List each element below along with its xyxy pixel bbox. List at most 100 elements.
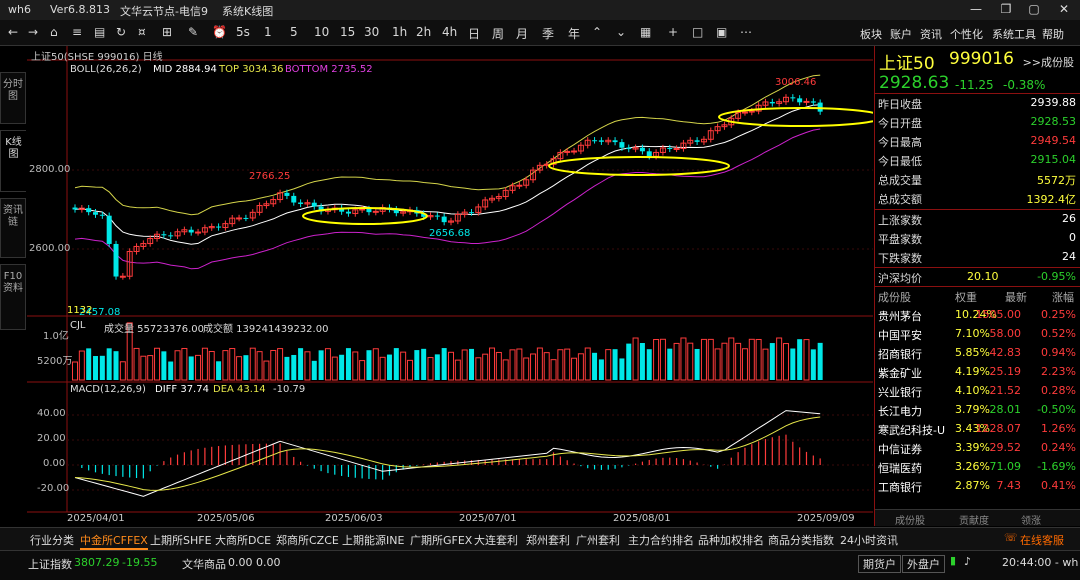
exchange-tab[interactable]: 品种加权排名 (698, 532, 764, 548)
zoom-in-icon[interactable]: ⌃ (592, 25, 602, 39)
component-name: 招商银行 (878, 348, 922, 361)
period-button[interactable]: 月 (516, 25, 528, 42)
chart-canvas[interactable] (27, 46, 873, 526)
trade-icon[interactable]: ¤ (138, 25, 146, 39)
component-row[interactable]: 工商银行 2.87% 7.43 0.41% (875, 476, 1079, 495)
date-label: 2025/04/01 (67, 513, 125, 524)
exchange-tab[interactable]: 主力合约排名 (628, 532, 694, 548)
tab-contribution[interactable]: 贡献度 (959, 512, 989, 527)
chart-icon[interactable]: ⊞ (162, 25, 172, 39)
menu-item[interactable]: 帮助 (1042, 26, 1064, 42)
quote-row: 总成交量 5572万 (875, 170, 1079, 189)
component-row[interactable]: 寒武纪科技-U 3.43% 1228.07 1.26% (875, 419, 1079, 438)
components-link[interactable]: >>成份股 (1023, 54, 1074, 70)
candle-body (291, 195, 297, 203)
exchange-tab[interactable]: 商品分类指数 (768, 532, 834, 548)
menu-item[interactable]: 资讯 (920, 26, 942, 42)
period-button[interactable]: 2h (416, 25, 431, 39)
volume-bar (550, 359, 557, 381)
foreign-account-button[interactable]: 外盘户 (902, 555, 945, 573)
period-button[interactable]: 5s (236, 25, 250, 39)
quote-value: 5572万 (1037, 174, 1076, 187)
speaker-icon[interactable]: ♪ (964, 555, 971, 568)
tab-f10[interactable]: F10资料 (0, 264, 26, 330)
menu-item[interactable]: 账户 (890, 26, 912, 42)
component-row[interactable]: 贵州茅台 10.24% 1505.00 0.25% (875, 305, 1079, 324)
tab-leaders[interactable]: 领涨 (1021, 512, 1041, 527)
forward-icon[interactable]: → (28, 25, 38, 39)
component-row[interactable]: 兴业银行 4.10% 21.52 0.28% (875, 381, 1079, 400)
futures-account-button[interactable]: 期货户 (858, 555, 901, 573)
alarm-icon[interactable]: ⏰ (212, 25, 227, 39)
component-row[interactable]: 恒瑞医药 3.26% 71.09 -1.69% (875, 457, 1079, 476)
exchange-tab[interactable]: 大商所DCE (215, 532, 271, 548)
component-row[interactable]: 招商银行 5.85% 42.83 0.94% (875, 343, 1079, 362)
component-row[interactable]: 长江电力 3.79% 28.01 -0.50% (875, 400, 1079, 419)
zoom-out-icon[interactable]: ⌄ (616, 25, 626, 39)
menu-item[interactable]: 系统工具 (992, 26, 1036, 42)
exchange-tab[interactable]: 中金所CFFEX (80, 532, 148, 550)
exchange-tab[interactable]: 郑商所CZCE (276, 532, 339, 548)
quote-icon[interactable]: ▤ (94, 25, 105, 39)
indicator-icon[interactable]: ▦ (640, 25, 651, 39)
tab-components[interactable]: 成份股 (895, 512, 925, 527)
volume-bar (386, 354, 392, 380)
volume-axis-label: 1.0亿 (43, 331, 69, 342)
period-button[interactable]: 季 (542, 25, 554, 42)
component-change: -0.50% (1037, 403, 1076, 416)
candle-body (598, 140, 604, 142)
exchange-tab[interactable]: 上期所SHFE (150, 532, 212, 548)
period-button[interactable]: 10 (314, 25, 329, 39)
kline-chart[interactable]: 上证50(SHSE 999016) 日线 BOLL(26,26,2) MID 2… (27, 46, 873, 526)
menu-item[interactable]: 个性化 (950, 26, 983, 42)
period-button[interactable]: 年 (568, 25, 580, 42)
component-change: 0.25% (1041, 308, 1076, 321)
component-row[interactable]: 中信证券 3.39% 29.52 0.24% (875, 438, 1079, 457)
menu-icon[interactable]: ≡ (72, 25, 82, 39)
period-button[interactable]: 日 (468, 25, 480, 42)
exchange-tab[interactable]: 24小时资讯 (840, 532, 898, 548)
candle-body (469, 212, 475, 214)
exchange-tab[interactable]: 广期所GFEX (410, 532, 472, 548)
period-button[interactable]: 1h (392, 25, 407, 39)
period-button[interactable]: 15 (340, 25, 355, 39)
layout-icon[interactable]: ▣ (716, 25, 727, 39)
component-last: 29.52 (989, 441, 1022, 454)
menu-item[interactable]: 板块 (860, 26, 882, 42)
close-button[interactable]: ✕ (1050, 2, 1078, 16)
restore-button[interactable]: ❐ (992, 2, 1020, 16)
component-row[interactable]: 紫金矿业 4.19% 25.19 2.23% (875, 362, 1079, 381)
component-row[interactable]: 中国平安 7.10% 58.00 0.52% (875, 324, 1079, 343)
crosshair-icon[interactable]: + (668, 25, 678, 39)
exchange-tab[interactable]: 大连套利 (474, 532, 518, 548)
tab-news[interactable]: 资讯链 (0, 198, 26, 258)
draw-icon[interactable]: ✎ (188, 25, 198, 39)
candle-body (119, 275, 126, 278)
more-icon[interactable]: ⋯ (740, 25, 752, 39)
refresh-icon[interactable]: ↻ (116, 25, 126, 39)
volume-bar (161, 351, 167, 380)
exchange-tab[interactable]: 上期能源INE (342, 532, 404, 548)
tab-kline[interactable]: K线图 (0, 130, 26, 192)
period-button[interactable]: 4h (442, 25, 457, 39)
box-icon[interactable]: □ (692, 25, 703, 39)
maximize-button[interactable]: ▢ (1020, 2, 1048, 16)
tab-timeshare[interactable]: 分时图 (0, 72, 26, 124)
candle-body (817, 102, 823, 112)
volume-bar (612, 349, 618, 380)
back-icon[interactable]: ← (8, 25, 18, 39)
exchange-tab[interactable]: 行业分类 (30, 532, 74, 548)
exchange-tab[interactable]: 郑州套利 (526, 532, 570, 548)
online-service-link[interactable]: 在线客服 (1020, 532, 1064, 548)
exchange-tab[interactable]: 广州套利 (576, 532, 620, 548)
volume-bar (592, 352, 598, 380)
component-name: 长江电力 (878, 405, 922, 418)
period-button[interactable]: 1 (264, 25, 272, 39)
period-button[interactable]: 周 (492, 25, 504, 42)
candle-body (195, 231, 202, 234)
volume-bar (448, 351, 454, 381)
home-icon[interactable]: ⌂ (50, 25, 58, 39)
period-button[interactable]: 5 (290, 25, 298, 39)
period-button[interactable]: 30 (364, 25, 379, 39)
minimize-button[interactable]: — (962, 2, 990, 16)
